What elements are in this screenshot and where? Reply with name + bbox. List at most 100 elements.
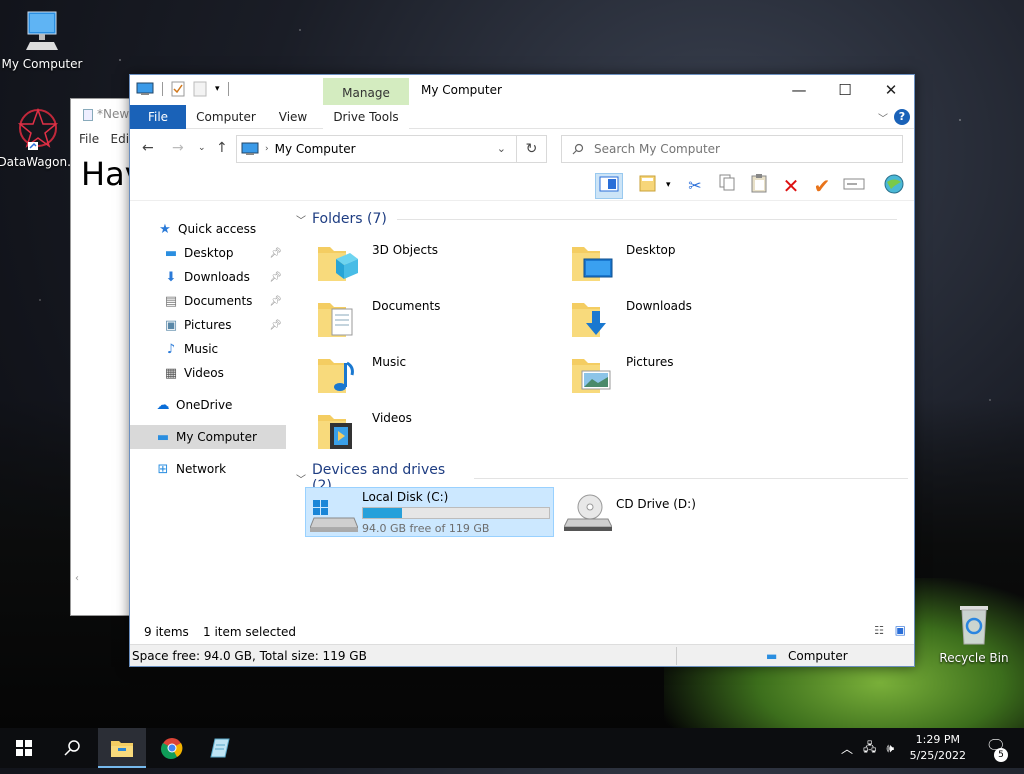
pin-icon[interactable]: 📌︎ bbox=[269, 320, 282, 331]
new-item-button[interactable] bbox=[634, 173, 662, 199]
rename-button[interactable] bbox=[840, 173, 868, 199]
expand-ribbon-icon[interactable]: ﹀ bbox=[878, 110, 888, 125]
show-hidden-icons-icon[interactable]: ︿ bbox=[841, 740, 853, 757]
new-item-dropdown-icon[interactable]: ▾ bbox=[666, 180, 671, 190]
nav-item-my-computer[interactable]: ▬ My Computer bbox=[130, 425, 286, 449]
taskbar-chrome[interactable] bbox=[148, 728, 196, 768]
nav-item-desktop[interactable]: ▬ Desktop 📌︎ bbox=[130, 241, 286, 265]
delete-button[interactable]: ✕ bbox=[777, 173, 805, 199]
refresh-icon[interactable]: ↻ bbox=[516, 136, 546, 162]
datawagon-logo-icon bbox=[17, 107, 59, 150]
desktop-icon-recycle-bin[interactable]: Recycle Bin bbox=[932, 600, 1016, 665]
help-button[interactable]: ? bbox=[894, 109, 910, 125]
desktop-icon-label: Recycle Bin bbox=[939, 651, 1009, 665]
folder-videos[interactable]: Videos bbox=[316, 407, 556, 457]
taskbar-file-explorer[interactable] bbox=[98, 728, 146, 768]
taskbar-notepad[interactable] bbox=[196, 728, 244, 768]
tab-manage[interactable]: Manage bbox=[323, 78, 409, 105]
start-button[interactable] bbox=[0, 728, 48, 768]
folder-downloads[interactable]: Downloads bbox=[570, 295, 810, 345]
search-box[interactable] bbox=[561, 135, 903, 163]
pin-icon[interactable]: 📌︎ bbox=[269, 272, 282, 283]
document-icon: ▤ bbox=[164, 293, 178, 309]
preview-pane-button[interactable] bbox=[595, 173, 623, 199]
back-icon[interactable]: ← bbox=[142, 140, 154, 156]
windows-logo-icon bbox=[16, 740, 32, 756]
drive-local-disk-c[interactable]: Local Disk (C:) 94.0 GB free of 119 GB bbox=[305, 487, 554, 537]
volume-icon[interactable]: 🕪︎ bbox=[886, 741, 894, 756]
title-bar[interactable]: ▾ Manage My Computer — ☐ ✕ bbox=[130, 75, 914, 105]
folder-desktop[interactable]: Desktop bbox=[570, 239, 810, 289]
taskbar: ︿ 🖧︎ 🕪︎ 1:29 PM 5/25/2022 🗨︎ 5 bbox=[0, 728, 1024, 768]
copy-icon bbox=[719, 174, 735, 191]
nav-item-music[interactable]: ♪ Music bbox=[130, 337, 286, 361]
computer-icon bbox=[26, 11, 58, 50]
tab-view[interactable]: View bbox=[270, 105, 316, 129]
nav-item-quick-access[interactable]: ★ Quick access bbox=[130, 217, 286, 241]
folder-documents[interactable]: Documents bbox=[316, 295, 556, 345]
rename-icon bbox=[843, 178, 865, 190]
folder-documents-icon bbox=[318, 303, 353, 337]
recycle-bin-icon bbox=[960, 606, 988, 645]
cd-drive-icon bbox=[564, 494, 612, 531]
maximize-button[interactable]: ☐ bbox=[822, 75, 868, 105]
forward-icon[interactable]: → bbox=[172, 140, 184, 156]
apply-button[interactable]: ✔ bbox=[808, 173, 836, 199]
network-icon[interactable]: 🖧︎ bbox=[863, 738, 876, 759]
pin-icon[interactable]: 📌︎ bbox=[269, 296, 282, 307]
tab-drive-tools[interactable]: Drive Tools bbox=[323, 105, 409, 129]
copy-button[interactable] bbox=[713, 173, 741, 199]
folder-music[interactable]: Music bbox=[316, 351, 556, 401]
search-input[interactable] bbox=[592, 141, 872, 157]
collapse-icon: ﹀ bbox=[296, 215, 306, 227]
recent-locations-icon[interactable]: ⌄ bbox=[198, 143, 206, 153]
search-button[interactable] bbox=[48, 728, 96, 768]
search-icon bbox=[572, 143, 584, 155]
pin-icon[interactable]: 📌︎ bbox=[269, 248, 282, 259]
cut-button[interactable]: ✂ bbox=[681, 173, 709, 199]
breadcrumb[interactable]: My Computer bbox=[275, 142, 356, 156]
window-title: My Computer bbox=[421, 83, 502, 97]
details-view-icon[interactable]: ☷ bbox=[874, 624, 884, 637]
desktop-icon-datawagon[interactable]: DataWagon... bbox=[0, 106, 80, 169]
breadcrumb-chevron-icon[interactable]: › bbox=[265, 144, 269, 154]
drive-cd-d[interactable]: CD Drive (D:) bbox=[560, 487, 760, 537]
computer-icon: ▬ bbox=[156, 429, 170, 445]
group-header-folders[interactable]: ﹀ Folders (7) bbox=[296, 211, 908, 227]
close-button[interactable]: ✕ bbox=[868, 75, 914, 105]
customize-qat-icon[interactable]: ▾ bbox=[215, 84, 220, 94]
music-note-icon: ♪ bbox=[166, 341, 176, 357]
up-icon[interactable]: ↑ bbox=[216, 140, 228, 156]
nav-item-videos[interactable]: ▦ Videos bbox=[130, 361, 286, 385]
desktop-icon-my-computer[interactable]: My Computer bbox=[0, 8, 84, 71]
clock[interactable]: 1:29 PM 5/25/2022 bbox=[910, 732, 966, 764]
tab-file[interactable]: File bbox=[130, 105, 186, 129]
network-icon: ⊞ bbox=[157, 461, 169, 477]
scroll-left-icon[interactable]: ‹ bbox=[75, 573, 79, 584]
group-divider bbox=[396, 218, 897, 220]
ribbon-tabs: File Computer View Drive Tools ﹀ ? bbox=[130, 105, 914, 129]
folder-pictures[interactable]: Pictures bbox=[570, 351, 810, 401]
address-dropdown-icon[interactable]: ⌄ bbox=[497, 142, 506, 155]
nav-item-network[interactable]: ⊞ Network bbox=[130, 457, 286, 481]
notification-badge: 5 bbox=[994, 748, 1008, 762]
network-globe-button[interactable] bbox=[880, 173, 908, 199]
new-folder-icon[interactable] bbox=[193, 81, 207, 97]
properties-icon[interactable] bbox=[171, 81, 185, 97]
paste-button[interactable] bbox=[745, 173, 773, 199]
nav-item-onedrive[interactable]: ☁ OneDrive bbox=[130, 393, 286, 417]
address-bar[interactable]: › My Computer ⌄ ↻ bbox=[236, 135, 547, 163]
clock-time: 1:29 PM bbox=[915, 733, 960, 746]
nav-item-documents[interactable]: ▤ Documents 📌︎ bbox=[130, 289, 286, 313]
nav-item-pictures[interactable]: ▣ Pictures 📌︎ bbox=[130, 313, 286, 337]
notepad-menu-file[interactable]: File bbox=[79, 132, 99, 146]
explorer-window[interactable]: ▾ Manage My Computer — ☐ ✕ File Computer… bbox=[129, 74, 915, 667]
new-item-icon bbox=[639, 175, 656, 192]
clock-date: 5/25/2022 bbox=[909, 749, 966, 762]
minimize-button[interactable]: — bbox=[776, 75, 822, 105]
folder-3d-objects[interactable]: 3D Objects bbox=[316, 239, 556, 289]
nav-item-downloads[interactable]: ⬇ Downloads 📌︎ bbox=[130, 265, 286, 289]
computer-icon bbox=[241, 142, 259, 155]
tab-computer[interactable]: Computer bbox=[190, 105, 262, 129]
large-icons-view-icon[interactable]: ▣ bbox=[895, 623, 906, 637]
